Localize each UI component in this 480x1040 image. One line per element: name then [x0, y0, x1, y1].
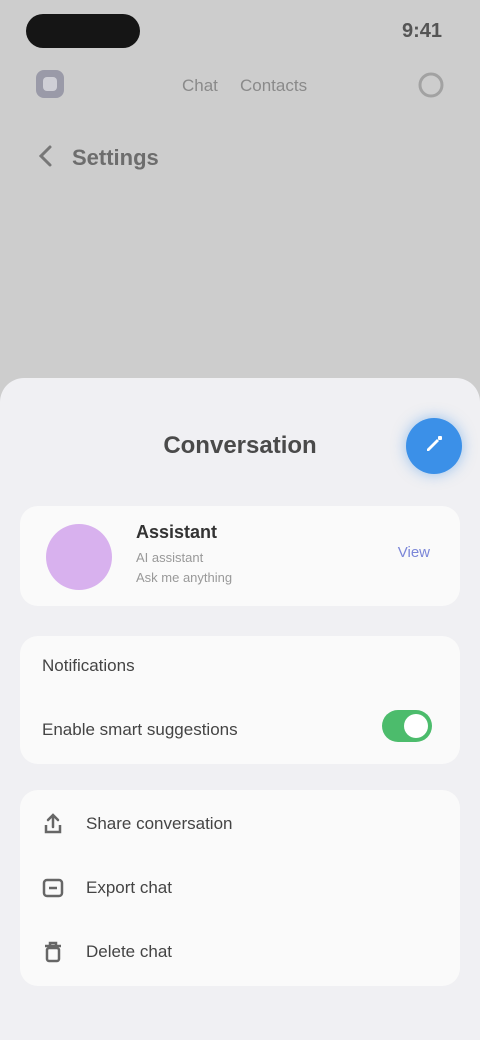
menu-item-label: Export chat — [86, 878, 172, 897]
profile-subtitle: AI assistant — [136, 550, 204, 565]
trash-icon — [40, 939, 66, 965]
tab-chat: Chat — [182, 76, 218, 95]
avatar — [46, 524, 112, 590]
menu-item-label: Delete chat — [86, 942, 172, 961]
menu-item-label: Share conversation — [86, 814, 233, 833]
menu-item-export[interactable]: Export chat — [40, 866, 440, 910]
export-icon — [40, 875, 66, 901]
back-row: Settings — [34, 140, 159, 176]
menu-item-share[interactable]: Share conversation — [40, 802, 440, 846]
background-title: Settings — [72, 145, 159, 170]
toggle-knob — [404, 714, 428, 738]
profile-view-link[interactable]: View — [398, 544, 430, 561]
sheet-action-button[interactable] — [406, 418, 462, 474]
edit-icon — [423, 433, 445, 460]
menu-card: Share conversation Export chat Delete ch… — [20, 790, 460, 986]
profile-description: Ask me anything — [136, 570, 233, 585]
menu-item-delete[interactable]: Delete chat — [40, 930, 440, 974]
settings-card: Notifications Enable smart suggestions — [20, 636, 460, 764]
profile-name: Assistant — [136, 522, 218, 542]
status-pill — [26, 14, 140, 48]
app-logo-icon — [32, 66, 68, 102]
background-app: 9:41 Chat Contacts Settings — [0, 0, 480, 400]
status-time: 9:41 — [401, 20, 442, 42]
profile-card[interactable]: Assistant AI assistant Ask me anything V… — [20, 506, 460, 606]
share-icon — [40, 811, 66, 837]
more-icon — [416, 70, 446, 100]
notifications-label: Notifications — [42, 656, 135, 675]
smart-suggestions-label: Enable smart suggestions — [42, 720, 238, 739]
tab-contacts: Contacts — [240, 76, 308, 95]
smart-suggestions-toggle[interactable] — [382, 710, 432, 742]
back-arrow-icon — [34, 143, 60, 174]
